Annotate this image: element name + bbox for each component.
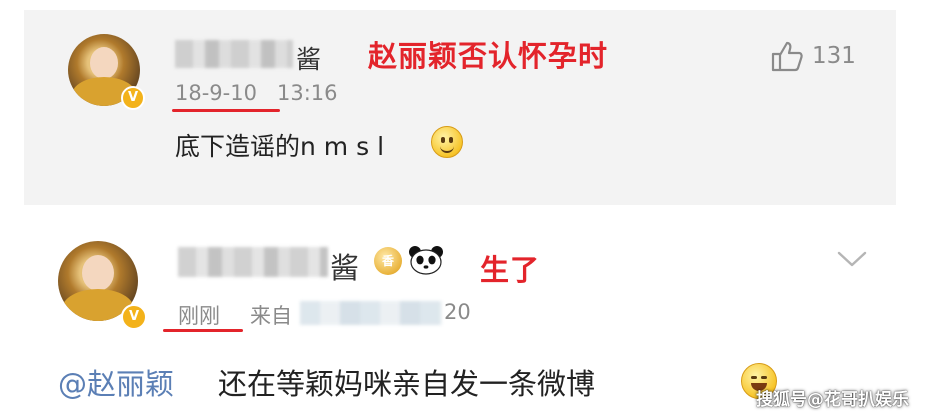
blurred-username (178, 247, 328, 277)
comment-card-2: V 酱 香 生了 刚刚 来自 20 @赵丽颖 还在等颖妈咪亲自发一条微博 搜狐号… (0, 205, 927, 418)
like-button[interactable]: 131 (770, 40, 856, 72)
source-prefix: 来自 (250, 304, 292, 328)
username-suffix[interactable]: 酱 (296, 40, 321, 76)
chevron-down-icon[interactable] (836, 249, 868, 269)
red-underline (172, 109, 280, 112)
comment-text: 底下造谣的n m s l (175, 132, 385, 161)
verified-badge-icon: V (121, 86, 145, 110)
annotation-title: 赵丽颖否认怀孕时 (368, 39, 609, 73)
watermark: 搜狐号@花哥扒娱乐 (756, 390, 909, 410)
red-underline (163, 329, 243, 332)
panda-icon (409, 246, 443, 275)
timestamp: 刚刚 (178, 304, 220, 328)
blurred-source (300, 301, 442, 325)
source-suffix: 20 (444, 300, 471, 324)
timestamp-date: 18-9-10 (175, 81, 257, 105)
fan-badge-icon: 香 (374, 247, 402, 275)
verified-badge-icon: V (121, 304, 147, 330)
blurred-username (175, 40, 293, 68)
timestamp-time: 13:16 (277, 81, 338, 105)
annotation-title: 生了 (480, 253, 541, 287)
mention-link[interactable]: @赵丽颖 (58, 361, 174, 403)
smile-emoji-icon (431, 126, 463, 158)
username-suffix[interactable]: 酱 (330, 245, 359, 287)
like-count: 131 (812, 43, 856, 69)
thumbs-up-icon (771, 41, 803, 72)
comment-card-1-inner-strip (175, 180, 895, 205)
comment-card-1: V 酱 赵丽颖否认怀孕时 131 18-9-10 13:16 底下造谣的n m … (0, 0, 927, 205)
comment-text: 还在等颖妈咪亲自发一条微博 (218, 367, 596, 401)
